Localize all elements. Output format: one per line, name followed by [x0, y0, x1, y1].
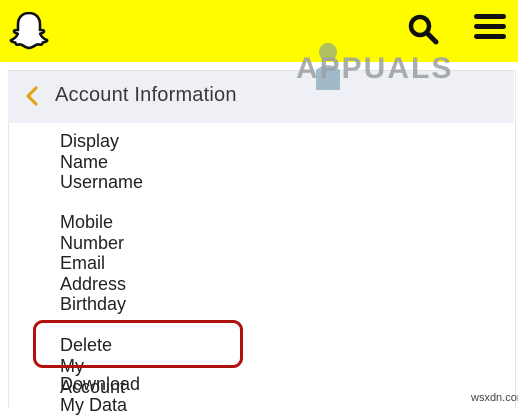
watermark: APPUALS: [296, 52, 454, 85]
menu-bar: [474, 24, 506, 29]
highlight-box: [33, 320, 243, 368]
menu-bar: [474, 34, 506, 39]
menu-item-download-my-data[interactable]: Download My Data: [60, 374, 140, 416]
source-credit: wsxdn.com: [471, 392, 518, 404]
menu-item-display-name[interactable]: Display Name: [60, 131, 119, 173]
menu-bar: [474, 14, 506, 19]
chevron-left-icon[interactable]: [24, 86, 40, 106]
menu-item-username[interactable]: Username: [60, 172, 143, 193]
menu-item-email-address[interactable]: Email Address: [60, 253, 126, 295]
page-title: Account Information: [55, 84, 237, 106]
hamburger-menu-icon[interactable]: [474, 14, 506, 40]
snapchat-ghost-icon[interactable]: [8, 9, 50, 51]
menu-item-birthday[interactable]: Birthday: [60, 294, 126, 315]
search-icon[interactable]: [406, 12, 440, 46]
menu-item-mobile-number[interactable]: Mobile Number: [60, 212, 124, 254]
